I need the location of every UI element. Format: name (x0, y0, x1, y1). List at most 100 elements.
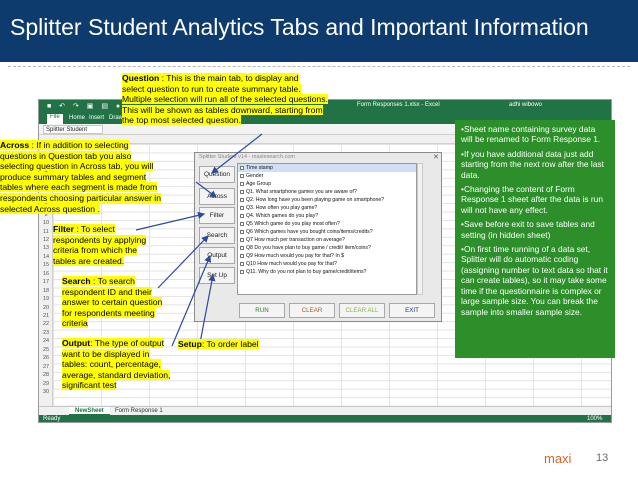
row-number[interactable]: 27 (39, 364, 53, 370)
row-number[interactable]: 23 (39, 330, 53, 336)
question-list-item[interactable]: Time stamp (238, 164, 416, 172)
row-number[interactable]: 22 (39, 321, 53, 327)
annotation-search-label: Search (62, 276, 91, 286)
row-number[interactable]: 17 (39, 279, 53, 285)
tab-filter[interactable]: Filter (199, 207, 235, 224)
checkbox-icon[interactable] (240, 182, 244, 186)
question-list-item[interactable]: Q10 How much would you pay for that? (238, 260, 416, 268)
row-number[interactable]: 19 (39, 296, 53, 302)
row-number[interactable]: 11 (39, 229, 53, 235)
checkbox-icon[interactable] (240, 230, 244, 234)
row-number[interactable]: 30 (39, 389, 53, 395)
run-button[interactable]: RUN (239, 303, 285, 318)
close-icon[interactable]: ✕ (433, 153, 439, 161)
question-list[interactable]: Time stamp Gender Age Group Q1. What smartp… (237, 163, 417, 295)
row-number[interactable]: 13 (39, 245, 53, 251)
checkbox-icon[interactable] (240, 246, 244, 250)
question-list-item[interactable]: Q1. What smartphone games you are aware … (238, 188, 416, 196)
checkbox-icon[interactable] (240, 190, 244, 194)
checkbox-icon[interactable] (240, 174, 244, 178)
checkbox-icon[interactable] (240, 254, 244, 258)
question-list-item[interactable]: Age Group (238, 180, 416, 188)
row-number[interactable]: 10 (39, 220, 53, 226)
checkbox-icon[interactable] (240, 166, 244, 170)
question-list-scrollbar[interactable] (417, 163, 423, 295)
row-number[interactable]: 29 (39, 381, 53, 387)
slide-header: Splitter Student Analytics Tabs and Impo… (0, 0, 638, 62)
row-number[interactable]: 20 (39, 305, 53, 311)
info-bullet: •If you have additional data just add st… (461, 148, 604, 180)
quick-access-toolbar-icons[interactable]: ■ ↶ ↷ ▣ ▤ ● (47, 102, 123, 110)
row-number[interactable]: 26 (39, 355, 53, 361)
checkbox-icon[interactable] (240, 214, 244, 218)
question-list-item[interactable]: Q2. How long have you been playing game … (238, 196, 416, 204)
question-label: Q9 How much would you pay for that? In $ (246, 253, 345, 259)
brand-logo: maxi (544, 451, 572, 466)
row-number[interactable]: 12 (39, 237, 53, 243)
row-number[interactable]: 21 (39, 313, 53, 319)
row-number[interactable]: 18 (39, 288, 53, 294)
annotation-search-line: respondent ID and their (62, 286, 152, 297)
splitter-dialog: Splitter Student v14 - maxiesearch.com ✕… (194, 152, 442, 322)
slide-title: Splitter Student Analytics Tabs and Impo… (10, 14, 589, 40)
ribbon-tab-insert[interactable]: Insert (89, 115, 104, 121)
row-number[interactable]: 15 (39, 262, 53, 268)
tab-across[interactable]: Across (199, 188, 235, 205)
question-label: Q8 Do you have plan to buy game / credit… (246, 245, 371, 251)
info-bullet-text: If you have additional data just add sta… (461, 148, 604, 180)
annotation-output-line: average, standard deviation, (62, 369, 171, 380)
question-list-item[interactable]: Q5 Which game do you play most often? (238, 220, 416, 228)
ribbon-tab-home[interactable]: Home (69, 115, 85, 121)
question-list-item[interactable]: Q11. Why do you not plan to buy game/cre… (238, 268, 416, 276)
annotation-output: Output: The type of output want to be di… (62, 338, 190, 391)
checkbox-icon[interactable] (240, 206, 244, 210)
clear-button[interactable]: CLEAR (289, 303, 335, 318)
row-number[interactable]: 14 (39, 254, 53, 260)
checkbox-icon[interactable] (240, 238, 244, 242)
checkbox-icon[interactable] (240, 270, 244, 274)
question-list-item[interactable]: Q4. Which games do you play? (238, 212, 416, 220)
question-label: Q3. How often you play game? (246, 205, 318, 211)
info-bullet: •On first time running of a data set, Sp… (461, 244, 608, 317)
annotation-across-line: questions in Question tab you also (0, 150, 132, 161)
checkbox-icon[interactable] (240, 262, 244, 266)
row-number[interactable]: 16 (39, 271, 53, 277)
question-label: Q7 How much per transaction on average? (246, 237, 345, 243)
zoom-level[interactable]: 100% (587, 416, 602, 422)
question-list-item[interactable]: Q9 How much would you pay for that? In $ (238, 252, 416, 260)
annotation-search: Search : To search respondent ID and the… (62, 276, 174, 329)
annotation-across-line: respondents choosing particular answer i… (0, 192, 161, 203)
ribbon-tab-draw[interactable]: Draw (109, 115, 123, 121)
question-label: Q5 Which game do you play most often? (246, 221, 340, 227)
question-label: Q11. Why do you not plan to buy game/cre… (246, 269, 367, 275)
question-list-item[interactable]: Gender (238, 172, 416, 180)
question-label: Q1. What smartphone games you are aware … (246, 189, 357, 195)
row-number[interactable]: 24 (39, 338, 53, 344)
annotation-output-label: Output (62, 338, 91, 348)
clear-all-button[interactable]: CLEAR ALL (339, 303, 385, 318)
row-number[interactable]: 28 (39, 372, 53, 378)
name-box[interactable]: Splitter Student (43, 125, 103, 134)
excel-user-name[interactable]: adhi wibowo (509, 102, 542, 108)
annotation-setup-text: : To order label (201, 339, 259, 349)
header-divider (8, 66, 630, 67)
info-bullet: •Sheet name containing survey data will … (461, 124, 601, 145)
tab-output[interactable]: Output (199, 247, 235, 264)
ribbon-tab-file[interactable]: File (47, 114, 63, 124)
checkbox-icon[interactable] (240, 198, 244, 202)
annotation-search-line: : To search (90, 276, 135, 286)
checkbox-icon[interactable] (240, 222, 244, 226)
tab-search[interactable]: Search (199, 227, 235, 244)
row-number[interactable]: 25 (39, 347, 53, 353)
tab-question[interactable]: Question (199, 166, 235, 183)
question-list-item[interactable]: Q8 Do you have plan to buy game / credit… (238, 244, 416, 252)
question-list-item[interactable]: Q7 How much per transaction on average? (238, 236, 416, 244)
question-label: Time stamp (246, 165, 273, 171)
question-list-item[interactable]: Q6 Which games have you bought coins/ite… (238, 228, 416, 236)
annotation-search-line: answer to certain question (62, 297, 163, 308)
question-label: Q4. Which games do you play? (246, 213, 319, 219)
tab-setup[interactable]: Set Up (199, 267, 235, 284)
question-list-item[interactable]: Q3. How often you play game? (238, 204, 416, 212)
annotation-question-line: This will be shown as tables downward, s… (122, 104, 323, 115)
exit-button[interactable]: EXIT (389, 303, 435, 318)
